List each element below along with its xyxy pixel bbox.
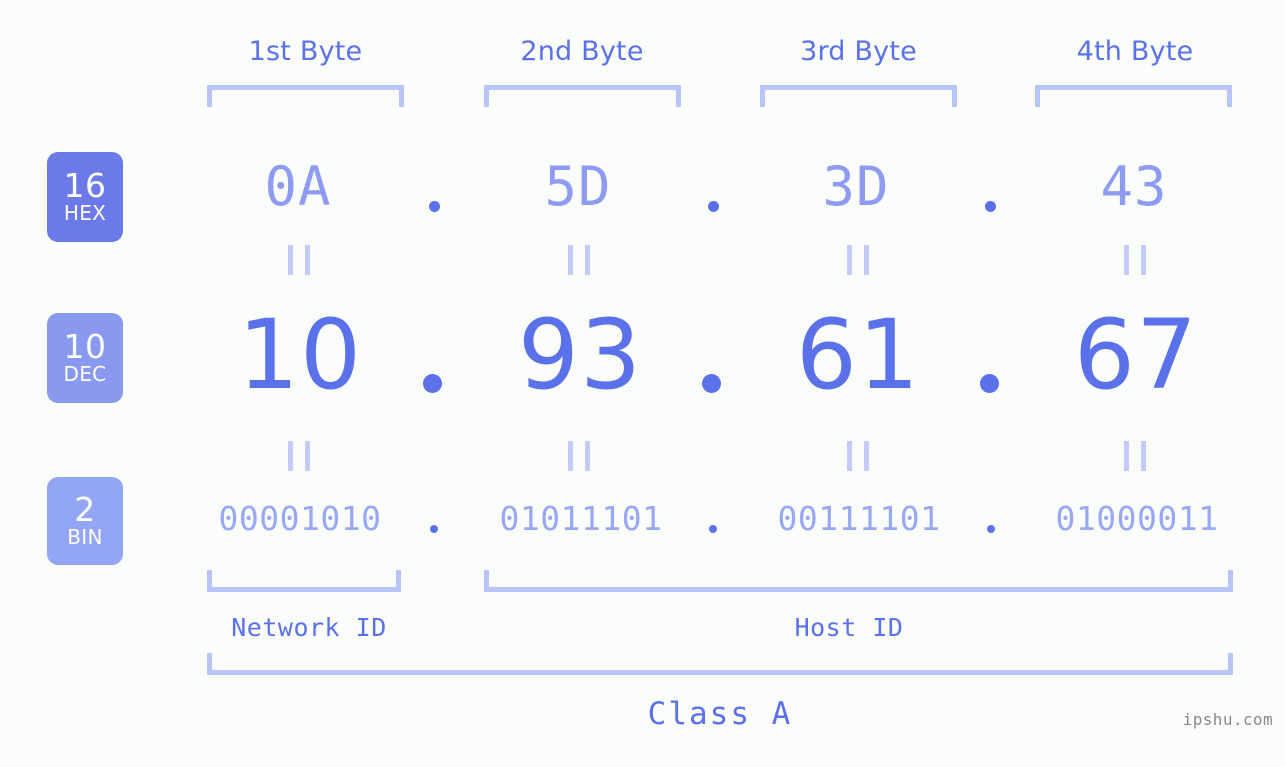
bin-separator-3 [987, 525, 995, 533]
byte-header-1: 1st Byte [248, 36, 363, 67]
byte-bracket-top-1 [207, 85, 404, 107]
equals-mark-hex-dec-4 [1124, 245, 1146, 275]
equals-mark-dec-bin-4 [1124, 441, 1146, 471]
dec-octet-4: 67 [1073, 299, 1199, 411]
radix-badge-hex-name: HEX [63, 201, 107, 225]
equals-mark-dec-bin-2 [568, 441, 590, 471]
radix-badge-hex-number: 16 [63, 166, 107, 205]
byte-header-2: 2nd Byte [520, 36, 644, 67]
equals-mark-dec-bin-3 [847, 441, 869, 471]
ip-address-breakdown-diagram: 1st Byte 2nd Byte 3rd Byte 4th Byte 16 H… [0, 0, 1285, 767]
network-id-bracket [207, 570, 401, 592]
radix-badge-hex: 16 HEX [47, 152, 123, 242]
network-id-label: Network ID [231, 613, 387, 642]
hex-octet-4: 43 [1100, 155, 1168, 218]
radix-badge-dec: 10 DEC [47, 313, 123, 403]
dec-separator-3 [980, 374, 999, 393]
equals-mark-hex-dec-3 [847, 245, 869, 275]
dec-separator-1 [423, 374, 442, 393]
hex-octet-2: 5D [544, 155, 612, 218]
bin-octet-1: 00001010 [218, 499, 382, 538]
equals-mark-hex-dec-2 [568, 245, 590, 275]
radix-badge-dec-name: DEC [63, 362, 107, 386]
byte-bracket-top-2 [484, 85, 681, 107]
hex-separator-1 [429, 201, 440, 212]
bin-separator-2 [709, 525, 717, 533]
dec-octet-2: 93 [517, 299, 643, 411]
byte-header-4: 4th Byte [1076, 36, 1194, 67]
hex-octet-1: 0A [264, 155, 332, 218]
byte-bracket-top-3 [760, 85, 957, 107]
hex-separator-2 [708, 201, 719, 212]
bin-octet-4: 01000011 [1055, 499, 1219, 538]
radix-badge-dec-number: 10 [63, 327, 107, 366]
bin-octet-3: 00111101 [777, 499, 941, 538]
class-bracket [207, 653, 1233, 675]
watermark: ipshu.com [1182, 710, 1273, 729]
dec-octet-3: 61 [795, 299, 921, 411]
class-label: Class A [647, 696, 793, 732]
radix-badge-bin: 2 BIN [47, 477, 123, 565]
dec-separator-2 [702, 374, 721, 393]
bin-octet-2: 01011101 [499, 499, 663, 538]
equals-mark-dec-bin-1 [288, 441, 310, 471]
equals-mark-hex-dec-1 [288, 245, 310, 275]
host-id-label: Host ID [794, 613, 904, 642]
host-id-bracket [484, 570, 1233, 592]
byte-header-3: 3rd Byte [800, 36, 917, 67]
bin-separator-1 [430, 525, 438, 533]
radix-badge-bin-number: 2 [74, 490, 96, 529]
hex-separator-3 [985, 201, 996, 212]
byte-bracket-top-4 [1035, 85, 1232, 107]
dec-octet-1: 10 [237, 299, 363, 411]
radix-badge-bin-name: BIN [67, 525, 103, 549]
hex-octet-3: 3D [822, 155, 890, 218]
